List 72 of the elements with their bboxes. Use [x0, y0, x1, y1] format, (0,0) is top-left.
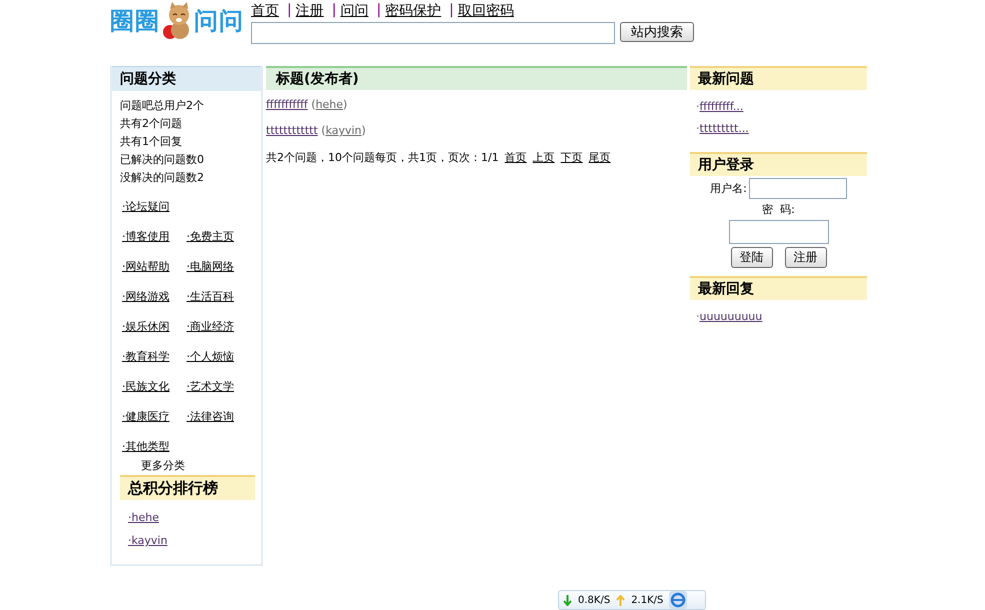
reply-link[interactable]: uuuuuuuuu: [700, 310, 762, 323]
stat-text: 问题吧总用户2个: [120, 98, 205, 114]
bullet-text: ·: [696, 100, 700, 113]
category-link[interactable]: ·艺术文学: [186, 380, 234, 392]
category-link[interactable]: ·民族文化: [122, 380, 170, 392]
user-link[interactable]: ·kayvin: [128, 534, 168, 547]
pager-link[interactable]: 上页: [532, 150, 555, 165]
panel-header: 总积分排行榜: [120, 475, 255, 500]
question-link[interactable]: fffffffff...: [700, 100, 744, 113]
nav-link[interactable]: 取回密码: [458, 2, 514, 20]
nav-link[interactable]: 首页: [251, 2, 279, 20]
nav-separator: |: [332, 2, 336, 20]
bullet-text: ·: [696, 310, 700, 323]
category-link[interactable]: ·免费主页: [186, 230, 234, 242]
username-field[interactable]: [748, 178, 847, 199]
category-link[interactable]: ·法律咨询: [186, 410, 234, 422]
username-label: 用户名:: [710, 181, 747, 196]
category-link[interactable]: ·娱乐休闲: [122, 320, 170, 332]
category-link[interactable]: ·教育科学: [122, 350, 170, 362]
nav-separator: |: [449, 2, 454, 20]
pagination-summary: 共2个问题，10个问题每页，共1页，页次：1/1: [266, 150, 499, 165]
download-speed: 0.8K/S: [578, 594, 610, 606]
author-link[interactable]: kayvin: [326, 124, 362, 137]
bullet-text: ·: [696, 122, 700, 135]
panel-header: 用户登录: [690, 152, 867, 176]
nav-link[interactable]: 问问: [340, 2, 368, 20]
login-form-button[interactable]: 注册: [784, 247, 826, 268]
panel-header: 最新回复: [690, 276, 867, 300]
logo-text: 问问: [194, 6, 244, 37]
login-form-button[interactable]: 登陆: [730, 247, 772, 268]
category-link[interactable]: ·电脑网络: [186, 260, 234, 272]
panel-header: 最新问题: [690, 66, 867, 90]
panel-header: 问题分类: [112, 66, 261, 91]
search-button[interactable]: 站内搜索: [620, 22, 694, 42]
category-link[interactable]: ·其他类型: [122, 440, 170, 452]
category-link[interactable]: ·健康医疗: [122, 410, 170, 422]
category-link[interactable]: ·商业经济: [186, 320, 234, 332]
nav-link[interactable]: 密码保护: [385, 2, 442, 20]
question-link[interactable]: fffffffffff: [266, 98, 308, 111]
stat-text: 共有1个回复: [120, 134, 183, 150]
column-header: 标题(发布者): [266, 66, 687, 90]
paren-text: ): [362, 124, 366, 137]
category-link[interactable]: ·博客使用: [122, 230, 170, 242]
paren-text: (: [321, 124, 326, 137]
category-link[interactable]: ·论坛疑问: [122, 200, 170, 212]
nav-link[interactable]: 注册: [296, 2, 324, 20]
author-link[interactable]: hehe: [316, 98, 344, 111]
stat-text: 已解决的问题数0: [120, 152, 205, 168]
question-link[interactable]: tttttttttttt: [266, 124, 318, 137]
down-arrow-icon: [563, 594, 572, 606]
pager-link[interactable]: 首页: [504, 150, 527, 165]
more-categories-link[interactable]: 更多分类: [112, 457, 261, 475]
up-arrow-icon: [616, 594, 626, 606]
logo-text: 圈圈: [110, 6, 160, 37]
upload-speed: 2.1K/S: [631, 594, 664, 606]
nav-separator: |: [376, 2, 382, 20]
stat-text: 共有2个问题: [120, 116, 183, 132]
category-link[interactable]: ·网络游戏: [122, 290, 170, 302]
category-link[interactable]: ·个人烦恼: [186, 350, 234, 362]
pager-link[interactable]: 尾页: [588, 150, 611, 165]
password-field[interactable]: [728, 220, 828, 244]
pager-link[interactable]: 下页: [560, 150, 583, 165]
category-link[interactable]: ·生活百科: [186, 290, 234, 302]
nav-separator: |: [287, 2, 292, 20]
paren-text: (: [311, 98, 316, 111]
search-field[interactable]: [251, 22, 615, 44]
user-link[interactable]: ·hehe: [128, 511, 159, 524]
password-label: 密 码:: [762, 202, 795, 217]
category-link[interactable]: ·网站帮助: [122, 260, 170, 272]
stat-text: 没解决的问题数2: [120, 170, 205, 186]
paren-text: ): [343, 98, 348, 111]
question-link[interactable]: ttttttttt...: [700, 122, 749, 135]
